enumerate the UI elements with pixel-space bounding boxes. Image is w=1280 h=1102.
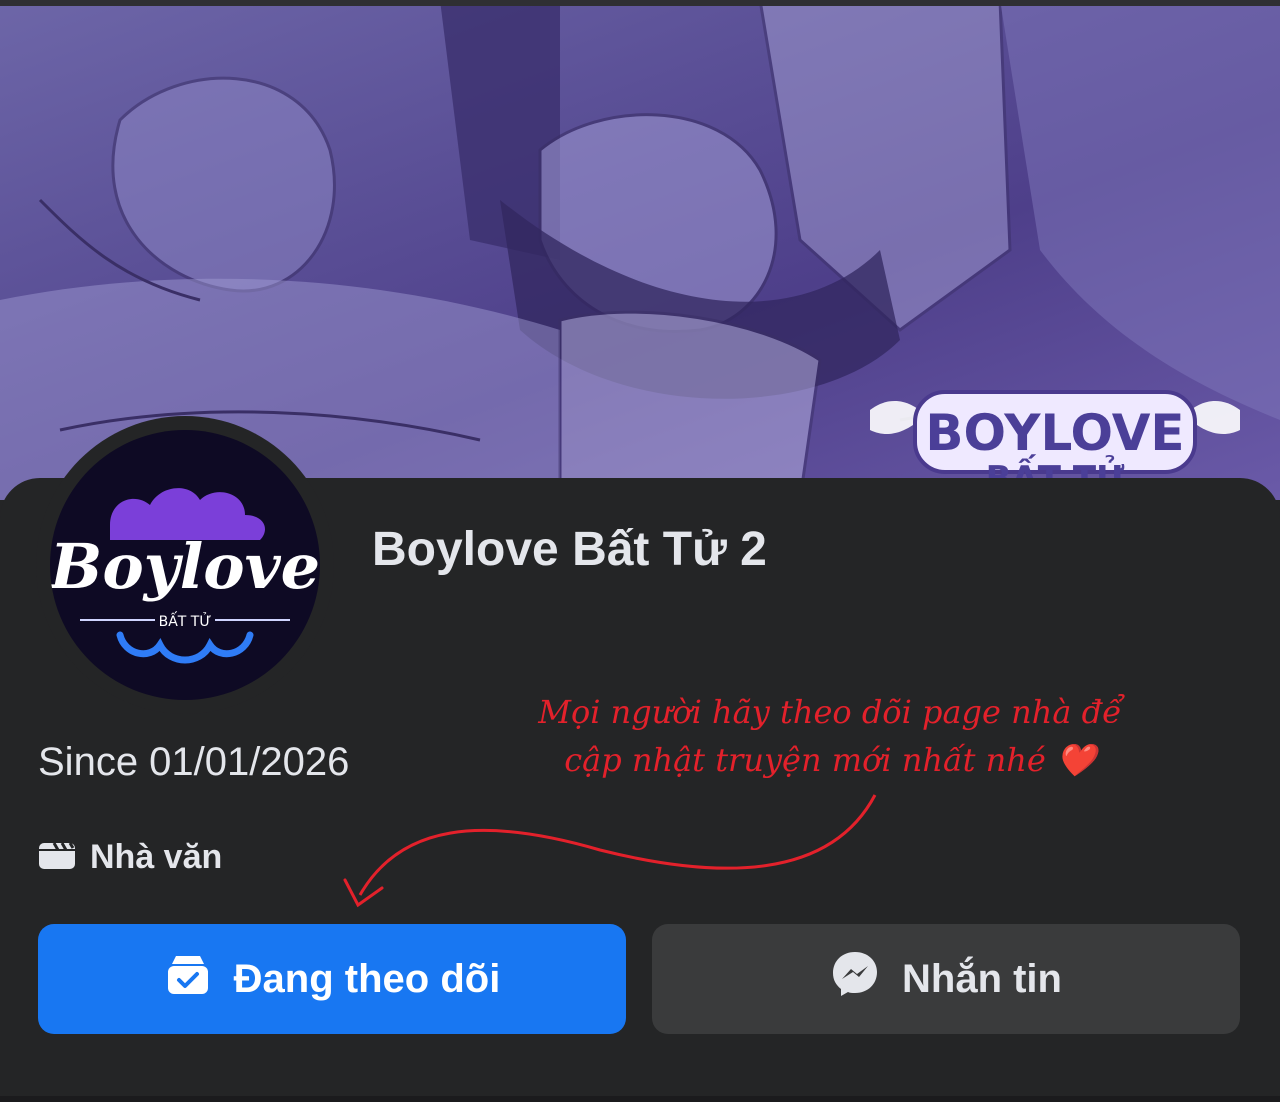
following-button-label: Đang theo dõi [233, 956, 501, 1001]
message-button-label: Nhắn tin [902, 956, 1062, 1001]
message-button[interactable]: Nhắn tin [652, 924, 1240, 1034]
messenger-icon [830, 949, 880, 1009]
following-check-icon [164, 950, 212, 1008]
bottom-divider [0, 1096, 1280, 1102]
following-button[interactable]: Đang theo dõi [38, 924, 626, 1034]
